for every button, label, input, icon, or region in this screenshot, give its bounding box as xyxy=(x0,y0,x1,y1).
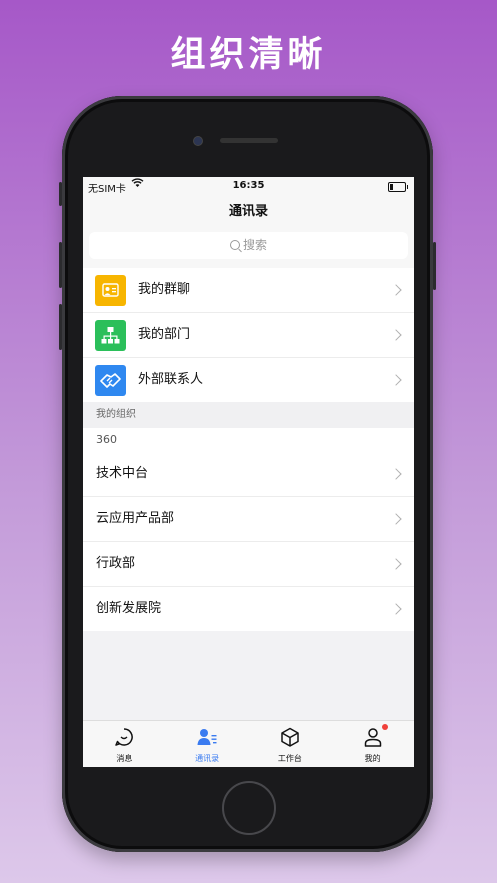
quick-access-list: 我的群聊 我的部门 外部联系人 xyxy=(83,268,414,402)
department-label: 技术中台 xyxy=(96,466,149,481)
list-item-label: 我的部门 xyxy=(138,327,191,342)
tab-me[interactable]: 我的 xyxy=(331,721,414,767)
notification-badge xyxy=(381,724,388,730)
list-item-department[interactable]: 创新发展院 xyxy=(83,587,414,631)
page-title: 通讯录 xyxy=(83,197,414,230)
phone-frame: 无SIM卡 16:35 通讯录 搜索 我的群聊 我的部门 外部联系人 我的组织 … xyxy=(59,96,436,852)
list-item-my-department[interactable]: 我的部门 xyxy=(83,313,414,358)
chevron-right-icon xyxy=(390,558,402,570)
tab-label: 我的 xyxy=(364,754,381,763)
tab-label: 工作台 xyxy=(277,754,302,763)
department-label: 云应用产品部 xyxy=(96,511,175,526)
search-placeholder: 搜索 xyxy=(242,238,267,252)
section-header-my-org: 我的组织 xyxy=(83,402,414,428)
list-item-group-chats[interactable]: 我的群聊 xyxy=(83,268,414,313)
volume-down-button xyxy=(59,304,62,350)
tab-contacts[interactable]: 通讯录 xyxy=(166,721,249,767)
search-icon xyxy=(229,240,240,250)
department-label: 创新发展院 xyxy=(96,601,162,616)
search-input[interactable]: 搜索 xyxy=(89,232,408,259)
tab-messages[interactable]: 消息 xyxy=(83,721,166,767)
list-item-department[interactable]: 行政部 xyxy=(83,542,414,587)
status-bar: 无SIM卡 16:35 xyxy=(83,177,414,197)
contacts-icon xyxy=(196,726,218,748)
tab-label: 通讯录 xyxy=(195,754,220,763)
chevron-right-icon xyxy=(390,374,402,386)
list-item-department[interactable]: 云应用产品部 xyxy=(83,497,414,542)
battery-icon xyxy=(388,182,408,192)
chevron-right-icon xyxy=(390,284,402,296)
volume-up-button xyxy=(59,242,62,288)
promo-headline: 组织清晰 xyxy=(170,35,327,75)
cube-icon xyxy=(279,726,301,748)
department-label: 行政部 xyxy=(96,556,136,571)
tab-label: 消息 xyxy=(116,754,133,763)
person-icon xyxy=(362,726,384,748)
chevron-right-icon xyxy=(390,603,402,615)
clock: 16:35 xyxy=(232,180,265,191)
app-screen: 无SIM卡 16:35 通讯录 搜索 我的群聊 我的部门 外部联系人 我的组织 … xyxy=(83,177,414,767)
home-button[interactable] xyxy=(222,781,276,835)
org-name: 360 xyxy=(83,428,414,452)
search-bar: 搜索 xyxy=(83,230,414,268)
chevron-right-icon xyxy=(390,329,402,341)
department-list: 技术中台 云应用产品部 行政部 创新发展院 xyxy=(83,452,414,631)
tab-bar: 消息 通讯录 工作台 我的 xyxy=(83,720,414,767)
tab-workbench[interactable]: 工作台 xyxy=(249,721,332,767)
mute-switch xyxy=(59,182,62,206)
handshake-icon xyxy=(95,365,126,396)
list-item-external-contacts[interactable]: 外部联系人 xyxy=(83,358,414,402)
earpiece-speaker xyxy=(220,138,278,143)
org-chart-icon xyxy=(95,320,126,351)
message-bubble-icon xyxy=(113,726,135,748)
list-item-department[interactable]: 技术中台 xyxy=(83,452,414,497)
group-chat-icon xyxy=(95,275,126,306)
chevron-right-icon xyxy=(390,513,402,525)
power-button xyxy=(433,242,436,290)
list-item-label: 外部联系人 xyxy=(138,372,204,387)
list-item-label: 我的群聊 xyxy=(138,282,191,297)
chevron-right-icon xyxy=(390,468,402,480)
front-camera xyxy=(193,136,203,146)
